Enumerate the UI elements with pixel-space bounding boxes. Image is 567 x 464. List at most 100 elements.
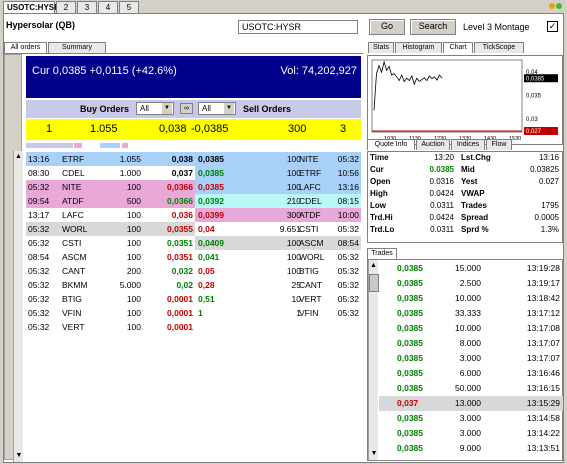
maximize-dot-icon[interactable]	[556, 3, 562, 9]
sell-order-row[interactable]: 0,04 9.651 CSTI 05:32	[195, 222, 361, 236]
tab-indices[interactable]: Indices	[451, 139, 485, 150]
scroll-down-icon[interactable]: ▼	[14, 450, 24, 462]
level3-checkbox[interactable]: ✓	[547, 21, 558, 32]
order-price: 0,0351	[167, 252, 193, 262]
buy-order-row[interactable]: 05:32 CANT 200 0,032	[26, 264, 195, 278]
market-maker: NITE	[62, 182, 82, 192]
trade-time: 13:17:08	[526, 323, 560, 333]
order-time: 05:32	[28, 308, 50, 318]
volume-label: Vol: 74,202,927	[280, 65, 357, 77]
scroll-up-icon[interactable]: ▲	[14, 151, 23, 163]
scroll-down-icon[interactable]: ▼	[369, 448, 379, 460]
scroll-thumb[interactable]	[369, 274, 379, 292]
tab-usotc-hysr[interactable]: USOTC:HYSR	[3, 1, 60, 13]
buy-order-row[interactable]: 05:32 VERT 100 0,0001	[26, 320, 195, 334]
tab-5[interactable]: 5	[119, 1, 139, 13]
level3-label: Level 3 Montage	[463, 22, 530, 32]
order-time: 05:32	[28, 224, 50, 234]
order-price: 0,0399	[198, 210, 224, 220]
sell-order-row[interactable]: 0,0392 210 CDEL 08:15	[195, 194, 361, 208]
buy-order-row[interactable]: 09:54 ATDF 500 0,0366	[26, 194, 195, 208]
tab-chart[interactable]: Chart	[443, 42, 473, 53]
order-size: 100	[126, 294, 141, 304]
buy-order-row[interactable]: 13:16 ETRF 1.055 0,038	[26, 152, 195, 166]
sell-order-row[interactable]: 0,0409 100 ASCM 08:54	[195, 236, 361, 250]
quote-row: High 0.0424 VWAP	[368, 189, 562, 199]
trade-price: 0,0385	[397, 383, 423, 393]
tab-quote-info[interactable]: Quote Info	[367, 139, 415, 150]
sell-order-row[interactable]: 0,28 25 CANT 05:32	[195, 278, 361, 292]
summary-panel: Cur 0,0385 +0,0115 (+42.6%) Vol: 74,202,…	[26, 56, 361, 98]
order-price: 0,0355	[167, 224, 193, 234]
order-time: 05:32	[28, 294, 50, 304]
quote-value: 0.0311	[430, 201, 454, 210]
sell-order-row[interactable]: 0,0399 300 ATDF 10:00	[195, 208, 361, 222]
sell-order-row[interactable]: 0,51 10 VERT 05:32	[195, 292, 361, 306]
tab-tickscope[interactable]: TickScope	[474, 42, 524, 53]
order-time: 10:56	[337, 168, 359, 178]
search-button[interactable]: Search	[410, 19, 456, 35]
tab-2[interactable]: 2	[56, 1, 76, 13]
order-price: 0,0385	[198, 182, 224, 192]
trade-time: 13:19:28	[526, 263, 560, 273]
order-time: 13:16	[28, 154, 50, 164]
buy-filter-select[interactable]: All ▼	[136, 102, 174, 115]
book-scrollbar[interactable]: ▲ ▼	[13, 151, 23, 462]
quote-row: Cur 0.0385 Mid 0.03825	[368, 165, 562, 175]
ask-count: 3	[340, 123, 347, 135]
trade-row: 0,0385 3.000 13:17:07	[379, 351, 563, 366]
order-time: 05:32	[28, 182, 50, 192]
trade-price: 0,0385	[397, 323, 423, 333]
order-price: 0,0385	[198, 168, 224, 178]
chevron-down-icon[interactable]: ▼	[162, 103, 172, 114]
page-title: Hypersolar (QB)	[6, 20, 76, 30]
buy-order-row[interactable]: 05:32 CSTI 100 0,0351	[26, 236, 195, 250]
order-size: 500	[126, 196, 141, 206]
trades-scrollbar[interactable]: ▲ ▼	[368, 260, 379, 460]
market-maker: ASCM	[299, 238, 324, 248]
tab-stats[interactable]: Stats	[368, 42, 394, 53]
order-price: 0,0001	[167, 322, 193, 332]
go-button[interactable]: Go	[369, 19, 405, 35]
sell-order-row[interactable]: 0,041 100 WORL 05:32	[195, 250, 361, 264]
tab-all-orders[interactable]: All orders	[4, 42, 47, 53]
quote-row: Time 13:20 Lst.Chg 13:16	[368, 153, 562, 163]
sell-order-row[interactable]: 1 1 VFIN 05:32	[195, 306, 361, 320]
order-price: 0,036	[171, 210, 193, 220]
symbol-input[interactable]: USOTC:HYSR	[238, 20, 358, 34]
buy-order-row[interactable]: 05:32 VFIN 100 0,0001	[26, 306, 195, 320]
order-time: 09:54	[28, 196, 50, 206]
buy-order-row[interactable]: 08:30 CDEL 1.000 0,037	[26, 166, 195, 180]
tab-4[interactable]: 4	[98, 1, 118, 13]
sell-order-row[interactable]: 0,0385 100 NITE 05:32	[195, 152, 361, 166]
sell-order-row[interactable]: 0,05 100 BTIG 05:32	[195, 264, 361, 278]
sell-filter-select[interactable]: All ▼	[198, 102, 236, 115]
quote-info-panel: Time 13:20 Lst.Chg 13:16 Cur 0.0385 Mid 0.03825…	[367, 151, 563, 243]
buy-order-row[interactable]: 05:32 BKMM 5.000 0,02	[26, 278, 195, 292]
market-maker: CANT	[299, 280, 323, 290]
tab-flow[interactable]: Flow	[486, 139, 512, 150]
trade-size: 6.000	[459, 368, 481, 378]
buy-order-row[interactable]: 05:32 BTIG 100 0,0001	[26, 292, 195, 306]
tab-summary[interactable]: Summary	[48, 42, 106, 53]
tab-auction[interactable]: Auction	[416, 139, 450, 150]
order-size: 200	[126, 266, 141, 276]
order-size: 100	[126, 182, 141, 192]
buy-order-row[interactable]: 05:32 WORL 100 0,0355	[26, 222, 195, 236]
tab-trades[interactable]: Trades	[367, 248, 397, 259]
link-icon[interactable]: ∞	[180, 103, 193, 114]
tab-histogram[interactable]: Histogram	[395, 42, 442, 53]
order-price: 0,28	[198, 280, 215, 290]
tab-3[interactable]: 3	[77, 1, 97, 13]
order-time: 05:32	[337, 280, 359, 290]
buy-order-row[interactable]: 13:17 LAFC 100 0,036	[26, 208, 195, 222]
sell-order-row[interactable]: 0,0385 100 LAFC 13:16	[195, 180, 361, 194]
quote-value: 0.0316	[429, 177, 454, 186]
minimize-dot-icon[interactable]	[549, 3, 555, 9]
scroll-up-icon[interactable]: ▲	[369, 260, 378, 272]
buy-order-row[interactable]: 05:32 NITE 100 0,0366	[26, 180, 195, 194]
trade-size: 13.000	[455, 398, 481, 408]
chevron-down-icon[interactable]: ▼	[224, 103, 234, 114]
sell-order-row[interactable]: 0,0385 100 ETRF 10:56	[195, 166, 361, 180]
buy-order-row[interactable]: 08:54 ASCM 100 0,0351	[26, 250, 195, 264]
